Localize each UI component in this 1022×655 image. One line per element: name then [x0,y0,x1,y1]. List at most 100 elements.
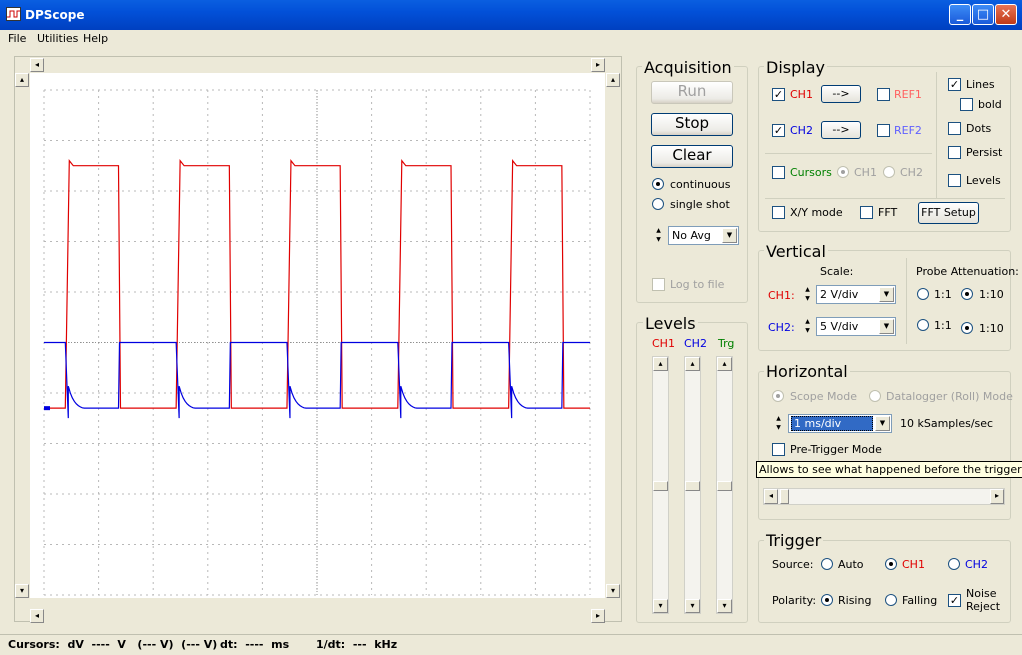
noise-reject-label-2: Reject [966,600,1001,613]
sample-rate-label: 10 kSamples/sec [900,417,994,430]
timebase-select[interactable]: 1 ms/div ▼ [788,414,892,433]
clear-button[interactable]: Clear [651,145,733,168]
ch2-level-slider[interactable]: ▴ ▾ [684,356,701,614]
lines-label: Lines [966,78,995,91]
ch1-probe-1x-label: 1:1 [934,288,952,301]
maximize-button[interactable]: □ [972,4,994,25]
scope-top-scrollbar[interactable]: ◂ ▸ [30,57,605,74]
pretrigger-thumb[interactable] [780,489,789,504]
scroll-down-icon[interactable]: ▾ [717,599,732,613]
ch1-level-thumb[interactable] [653,481,668,491]
chevron-down-icon[interactable]: ▼ [722,228,737,243]
ch1-scale-spinner[interactable]: ▲ ▼ [801,285,814,304]
persist-checkbox[interactable] [948,146,961,159]
bold-checkbox[interactable] [960,98,973,111]
levels-checkbox[interactable] [948,174,961,187]
stop-button[interactable]: Stop [651,113,733,136]
ch2-probe-10x-label: 1:10 [979,322,1004,335]
trigger-ch2-label: CH2 [965,558,988,571]
chevron-down-icon[interactable]: ▼ [879,287,894,302]
avg-spinner[interactable]: ▲ ▼ [652,226,665,245]
scope-mode-radio[interactable] [772,390,784,402]
log-checkbox[interactable] [652,278,665,291]
avg-select[interactable]: No Avg ▼ [668,226,739,245]
ch2-scale-spinner[interactable]: ▲ ▼ [801,317,814,336]
falling-radio[interactable] [885,594,897,606]
menu-file[interactable]: File [8,32,26,45]
scroll-right-icon[interactable]: ▸ [591,58,605,72]
scroll-left-icon[interactable]: ◂ [30,58,44,72]
scroll-right-icon[interactable]: ▸ [990,489,1004,504]
scroll-down-icon[interactable]: ▾ [606,584,620,598]
fft-setup-button[interactable]: FFT Setup [918,202,979,224]
ch2-scale-select[interactable]: 5 V/div ▼ [816,317,896,336]
chevron-down-icon[interactable]: ▼ [879,319,894,334]
ch2-display-label: CH2 [790,124,813,137]
scroll-right-icon[interactable]: ▸ [591,609,605,623]
ref1-checkbox[interactable] [877,88,890,101]
scroll-down-icon[interactable]: ▾ [653,599,668,613]
rising-radio[interactable] [821,594,833,606]
display-divider-2 [765,198,1005,199]
fft-label: FFT [878,206,898,219]
menu-utilities[interactable]: Utilities [37,32,78,45]
xy-mode-checkbox[interactable] [772,206,785,219]
trg-level-slider[interactable]: ▴ ▾ [716,356,733,614]
lines-checkbox[interactable]: ✓ [948,78,961,91]
chevron-down-icon[interactable]: ▼ [875,416,890,431]
ch1-to-ref-button[interactable]: --> [821,85,861,103]
trigger-ch1-radio[interactable] [885,558,897,570]
scroll-left-icon[interactable]: ◂ [30,609,44,623]
pretrigger-checkbox[interactable] [772,443,785,456]
trigger-auto-radio[interactable] [821,558,833,570]
ch2-display-checkbox[interactable]: ✓ [772,124,785,137]
close-button[interactable]: ✕ [995,4,1017,25]
continuous-radio[interactable] [652,178,664,190]
inv-dt-status: 1/dt: --- kHz [316,638,398,651]
status-bar: Cursors: dV ---- V (--- V) (--- V) dt: -… [0,634,1022,655]
scope-bottom-scrollbar[interactable]: ◂ ▸ [30,608,605,625]
fft-checkbox[interactable] [860,206,873,219]
ch2-probe-10x-radio[interactable] [961,322,973,334]
datalogger-radio[interactable] [869,390,881,402]
ch2-marker [44,406,50,411]
log-label: Log to file [670,278,725,291]
ch1-level-slider[interactable]: ▴ ▾ [652,356,669,614]
ch1-scale-select[interactable]: 2 V/div ▼ [816,285,896,304]
scope-left-scrollbar[interactable]: ▴ ▾ [14,73,30,598]
scroll-left-icon[interactable]: ◂ [764,489,778,504]
noise-reject-checkbox[interactable]: ✓ [948,594,961,607]
ch2-to-ref-button[interactable]: --> [821,121,861,139]
display-divider [765,153,932,154]
cursor-ch1-radio[interactable] [837,166,849,178]
pretrigger-slider[interactable]: ◂ ▸ [763,488,1005,505]
ch1-probe-10x-label: 1:10 [979,288,1004,301]
scroll-up-icon[interactable]: ▴ [653,357,668,371]
timebase-spinner[interactable]: ▲ ▼ [772,414,785,433]
continuous-label: continuous [670,178,731,191]
scroll-up-icon[interactable]: ▴ [685,357,700,371]
run-button[interactable]: Run [651,81,733,104]
scope-display[interactable] [30,73,605,598]
scroll-up-icon[interactable]: ▴ [717,357,732,371]
ch2-level-thumb[interactable] [685,481,700,491]
trigger-ch2-radio[interactable] [948,558,960,570]
single-shot-radio[interactable] [652,198,664,210]
cursors-checkbox[interactable] [772,166,785,179]
levels-label: Levels [966,174,1001,187]
minimize-button[interactable]: _ [949,4,971,25]
dots-checkbox[interactable] [948,122,961,135]
scroll-down-icon[interactable]: ▾ [685,599,700,613]
ch1-display-checkbox[interactable]: ✓ [772,88,785,101]
trg-level-thumb[interactable] [717,481,732,491]
ref2-checkbox[interactable] [877,124,890,137]
ch1-probe-10x-radio[interactable] [961,288,973,300]
scope-right-scrollbar[interactable]: ▴ ▾ [605,73,621,598]
ch2-probe-1x-radio[interactable] [917,319,929,331]
menu-help[interactable]: Help [83,32,108,45]
scroll-up-icon[interactable]: ▴ [606,73,620,87]
cursor-ch2-radio[interactable] [883,166,895,178]
scroll-down-icon[interactable]: ▾ [15,584,29,598]
scroll-up-icon[interactable]: ▴ [15,73,29,87]
ch1-probe-1x-radio[interactable] [917,288,929,300]
